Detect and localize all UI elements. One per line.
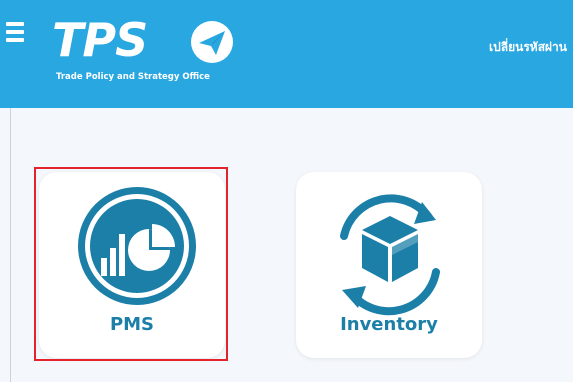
app-card-label: Inventory	[340, 314, 438, 335]
app-window: TPS Trade Policy and Strategy Office เปล…	[0, 0, 573, 382]
top-header: TPS Trade Policy and Strategy Office เปล…	[0, 0, 573, 108]
change-password-link[interactable]: เปลี่ยนรหัสผ่าน	[489, 38, 567, 57]
app-card-inventory[interactable]: Inventory	[296, 172, 482, 358]
app-card-label: PMS	[109, 314, 155, 335]
left-divider	[10, 108, 11, 382]
tpso-logo[interactable]: TPS Trade Policy and Strategy Office	[52, 13, 252, 88]
app-card-pms[interactable]: PMS	[39, 172, 225, 358]
paper-plane-logo-icon	[191, 21, 233, 63]
logo-subtitle: Trade Policy and Strategy Office	[56, 72, 210, 82]
hamburger-menu-icon[interactable]	[6, 22, 26, 44]
logo-text: TPS	[52, 13, 148, 67]
